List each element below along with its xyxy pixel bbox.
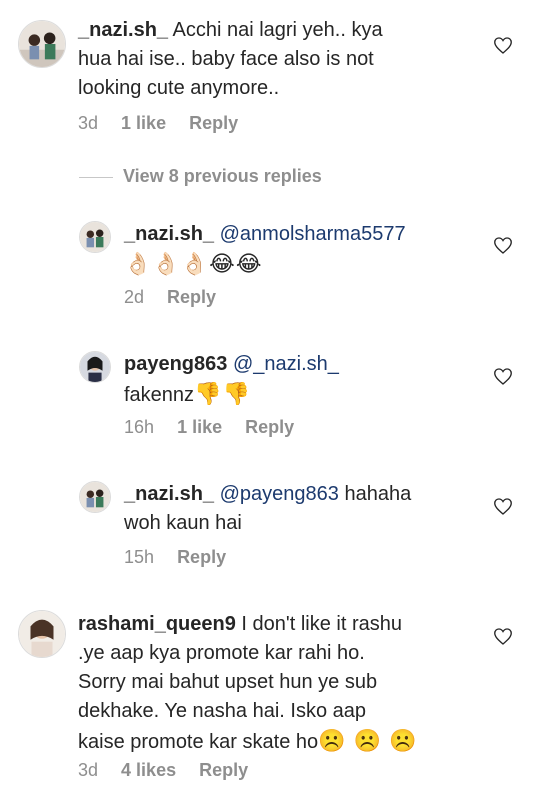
reply-button[interactable]: Reply: [167, 287, 216, 307]
reply-button[interactable]: Reply: [177, 547, 226, 567]
like-heart-icon[interactable]: [494, 37, 512, 54]
username[interactable]: rashami_queen9: [78, 613, 236, 635]
reply-button[interactable]: Reply: [199, 760, 248, 780]
avatar[interactable]: [79, 351, 111, 383]
username[interactable]: payeng863: [124, 353, 227, 375]
timestamp: 2d: [124, 287, 145, 307]
timestamp: 3d: [78, 760, 99, 780]
comment-meta: 3d 1 like Reply: [78, 113, 256, 134]
comment-text: _nazi.sh_ Acchi nai lagri yeh.. kya hua …: [78, 19, 383, 99]
reply-button[interactable]: Reply: [189, 113, 238, 133]
mention-link[interactable]: @_nazi.sh_: [233, 353, 339, 375]
like-heart-icon[interactable]: [494, 368, 512, 385]
username[interactable]: _nazi.sh_: [124, 223, 214, 245]
reply-meta: 16h 1 like Reply: [124, 417, 312, 438]
username[interactable]: _nazi.sh_: [78, 19, 168, 41]
likes-count[interactable]: 4 likes: [121, 760, 176, 780]
view-previous-replies[interactable]: View 8 previous replies: [79, 166, 322, 187]
comment-text: rashami_queen9 I don't like it rashu .ye…: [78, 613, 418, 753]
divider: [79, 176, 113, 178]
timestamp: 15h: [124, 547, 155, 567]
reply-meta: 15h Reply: [124, 547, 244, 568]
timestamp: 3d: [78, 113, 99, 133]
reply-text: _nazi.sh_ @anmolsharma5577 👌🏻👌🏻👌🏻😂😂: [124, 220, 484, 280]
avatar[interactable]: [18, 20, 66, 68]
avatar[interactable]: [79, 481, 111, 513]
likes-count[interactable]: 1 like: [121, 113, 166, 133]
emoji-text: 👎👎: [194, 381, 251, 406]
emoji-text: ☹️ ☹️ ☹️: [318, 728, 418, 753]
like-heart-icon[interactable]: [494, 237, 512, 254]
avatar[interactable]: [79, 221, 111, 253]
likes-count[interactable]: 1 like: [177, 417, 222, 437]
comment-meta: 3d 4 likes Reply: [78, 760, 266, 781]
avatar[interactable]: [18, 610, 66, 658]
like-heart-icon[interactable]: [494, 628, 512, 645]
reply-text: payeng863 @_nazi.sh_ fakennz👎👎: [124, 353, 339, 406]
timestamp: 16h: [124, 417, 155, 437]
reply-meta: 2d Reply: [124, 287, 234, 308]
reply-text: _nazi.sh_ @payeng863 hahaha woh kaun hai: [124, 483, 412, 534]
emoji-text: 👌🏻👌🏻👌🏻😂😂: [124, 251, 263, 276]
mention-link[interactable]: @payeng863: [220, 483, 339, 505]
reply-button[interactable]: Reply: [245, 417, 294, 437]
like-heart-icon[interactable]: [494, 498, 512, 515]
username[interactable]: _nazi.sh_: [124, 483, 214, 505]
mention-link[interactable]: @anmolsharma5577: [220, 223, 406, 245]
